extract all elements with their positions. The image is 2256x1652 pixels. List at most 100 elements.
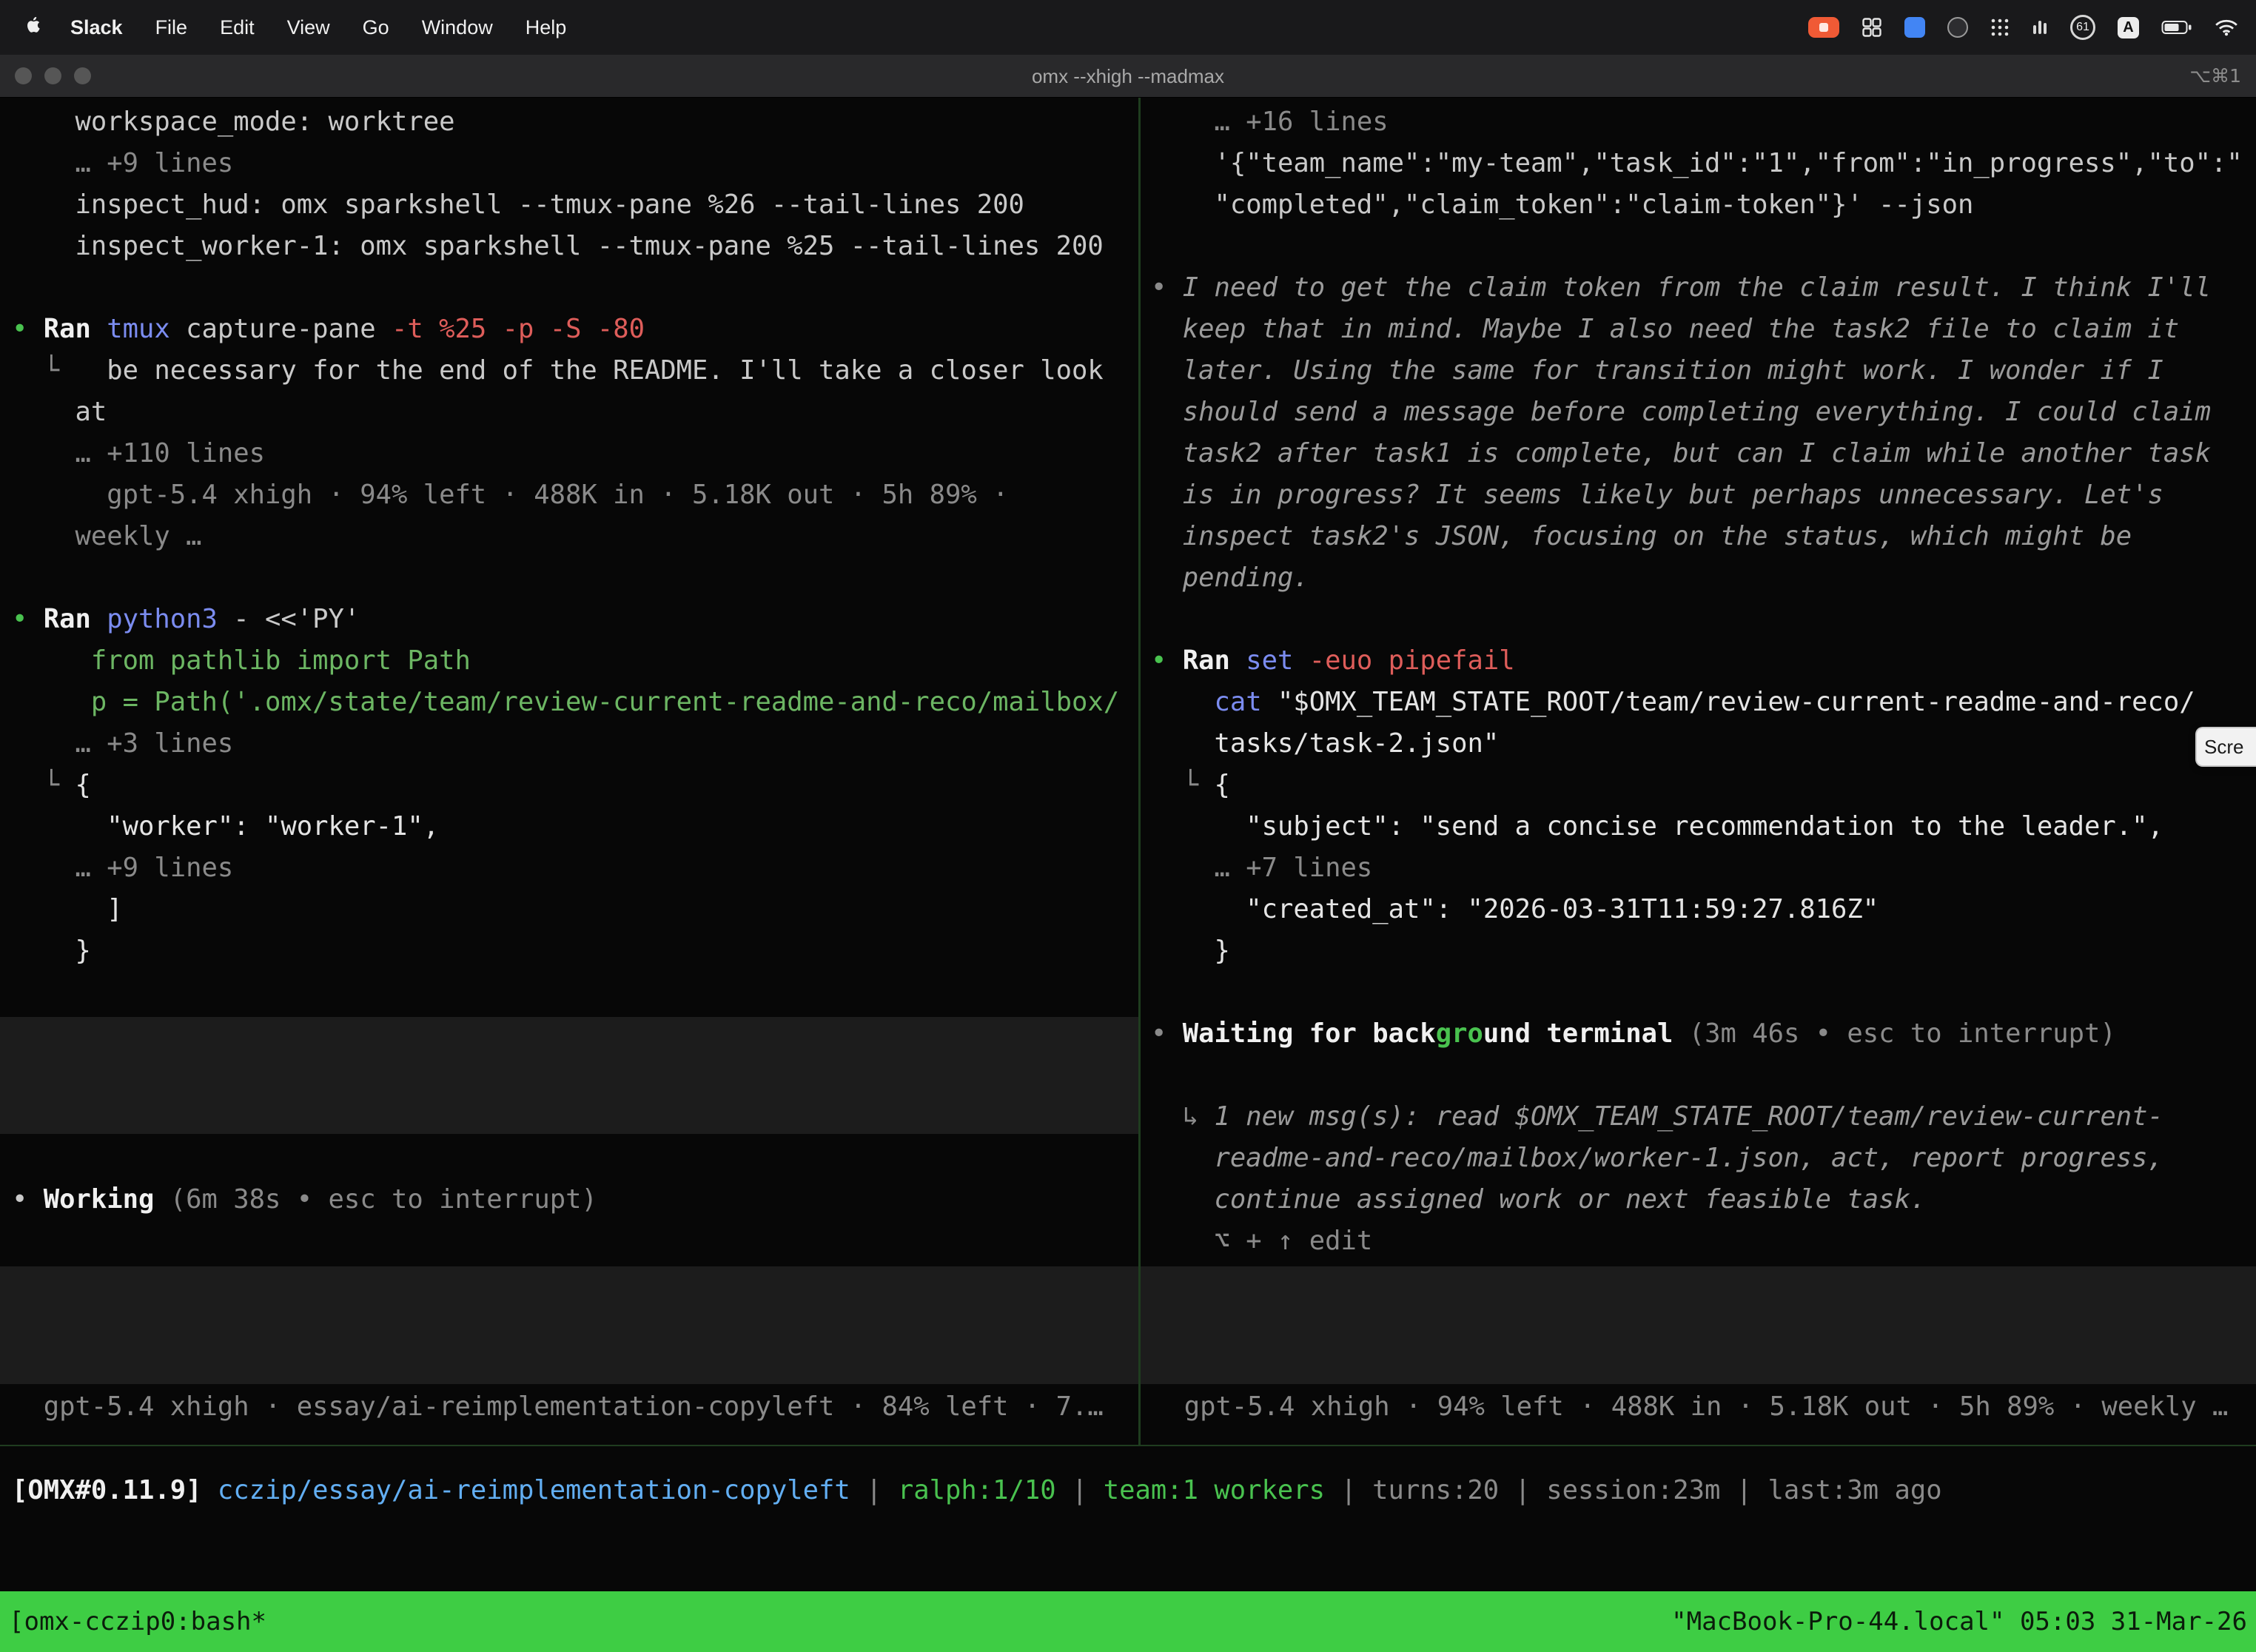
text-segment: ralph:1/10 [898,1475,1056,1505]
terminal-output-left: workspace_mode: worktree … +9 lines insp… [0,98,1138,972]
pane-divider-horizontal[interactable] [0,1445,2256,1446]
blue-app-icon[interactable] [1904,17,1925,38]
text-segment: python3 [107,604,233,634]
menu-app-name[interactable]: Slack [54,0,139,55]
text-segment: "worker": "worker-1", [12,811,439,842]
levels-icon[interactable] [2032,18,2048,37]
menu-help[interactable]: Help [509,0,583,55]
menu-go[interactable]: Go [346,0,406,55]
text-segment: └ [1151,770,1215,800]
menu-bar-status-icons: 61 A [1808,15,2238,40]
text-segment: I need to get the claim token from the c… [1183,272,2211,303]
apple-menu[interactable] [18,0,54,55]
text-segment: } [1151,936,1230,966]
terminal-window: omx --xhigh --madmax ⌥⌘1 workspace_mode:… [0,55,2256,1652]
terminal-line: "worker": "worker-1", [12,806,1138,847]
terminal-line: inspect_hud: omx sparkshell --tmux-pane … [12,184,1138,226]
composer-input-left[interactable]: › Improve documentation in @filename [0,1266,1138,1384]
text-segment: • [1151,272,1183,303]
terminal-content: workspace_mode: worktree … +9 lines insp… [0,98,2256,1591]
terminal-line [1151,972,2256,1013]
text-segment: • [1151,645,1183,676]
text-segment: { [1215,770,1230,800]
text-segment: Ran [44,604,107,634]
menu-window[interactable]: Window [406,0,509,55]
terminal-line: … +16 lines [1151,101,2256,143]
text-segment: … +3 lines [12,728,233,759]
text-segment: weekly … [12,521,201,551]
text-segment: from pathlib import Path [12,645,471,676]
terminal-line: … +9 lines [12,847,1138,889]
screenshot-thumbnail-chip[interactable]: Scre [2195,727,2256,767]
text-segment [201,1475,217,1505]
text-segment: (6m 38s • esc to interrupt) [170,1184,597,1215]
terminal-line: at [12,392,1138,433]
text-segment: … +7 lines [1151,853,1372,883]
terminal-line: keep that in mind. Maybe I also need the… [1151,309,2256,350]
terminal-pane-right[interactable]: … +16 lines '{"team_name":"my-team","tas… [1141,98,2256,1445]
terminal-line [12,557,1138,599]
text-segment: gro [1436,1018,1483,1049]
text-segment: | [1720,1475,1767,1505]
input-source-icon[interactable]: A [2118,17,2139,38]
text-segment: ↳ [1151,1101,1215,1132]
working-status-row: • Working (6m 38s • esc to interrupt) [12,1179,1138,1220]
text-segment: (3m 46s • esc to interrupt) [1689,1018,2116,1049]
text-segment: p = Path('.omx/state/team/review-current… [12,687,1119,717]
text-segment: [OMX#0.11.9] [12,1475,201,1505]
model-status-right: gpt-5.4 xhigh · 94% left · 488K in · 5.1… [1152,1386,2256,1428]
text-segment: Waiting for back [1183,1018,1436,1049]
terminal-line: • Ran set -euo pipefail [1151,640,2256,682]
terminal-line: "created_at": "2026-03-31T11:59:27.816Z" [1151,889,2256,930]
text-segment: ⌥ + ↑ edit [1151,1226,1372,1256]
text-segment: session:23m [1546,1475,1720,1505]
text-segment: keep that in mind. Maybe I also need the… [1151,314,2179,344]
text-segment: • [12,314,44,344]
menu-edit[interactable]: Edit [204,0,271,55]
gauge-icon[interactable]: 61 [2070,15,2095,40]
text-segment: set [1246,645,1309,676]
text-segment: '{"team_name":"my-team","task_id":"1","f… [1151,148,2243,178]
terminal-line: should send a message before completing … [1151,392,2256,433]
terminal-line: "completed","claim_token":"claim-token"}… [1151,184,2256,226]
composer-input-right[interactable]: › Explain this codebase [1141,1266,2256,1384]
terminal-line: ] [12,889,1138,930]
text-segment [1151,687,1215,717]
text-segment: | [1325,1475,1372,1505]
text-segment: … +9 lines [12,853,233,883]
text-segment: Ran [44,314,107,344]
text-segment: 1 new msg(s): read $OMX_TEAM_STATE_ROOT/… [1215,1101,2163,1132]
terminal-pane-left[interactable]: workspace_mode: worktree … +9 lines insp… [0,98,1138,1445]
tmux-session-label[interactable]: [omx-cczip0:bash* [9,1607,266,1636]
text-segment: pending. [1151,563,1309,593]
text-segment: ] [12,894,123,924]
text-segment: "$OMX_TEAM_STATE_ROOT/team/review-curren… [1278,687,2195,717]
screenshot-chip-label: Scre [2204,736,2243,759]
text-segment: | [1499,1475,1546,1505]
text-segment: inspect_worker-1: omx sparkshell --tmux-… [12,231,1104,261]
menu-file[interactable]: File [139,0,204,55]
text-segment: inspect_hud: omx sparkshell --tmux-pane … [12,189,1024,220]
menu-view[interactable]: View [271,0,346,55]
terminal-line: … +110 lines [12,433,1138,474]
text-segment: is in progress? It seems likely but perh… [1151,480,2163,510]
text-segment: und terminal [1483,1018,1689,1049]
screen-recording-icon[interactable] [1808,17,1839,38]
tmux-status-bar: [omx-cczip0:bash* "MacBook-Pro-44.local"… [0,1591,2256,1652]
dark-app-icon[interactable] [1947,17,1968,38]
window-grid-icon[interactable] [1861,17,1882,38]
window-titlebar[interactable]: omx --xhigh --madmax ⌥⌘1 [0,55,2256,98]
text-segment: team:1 workers [1104,1475,1325,1505]
text-segment: -euo pipefail [1309,645,1515,676]
terminal-line: cat "$OMX_TEAM_STATE_ROOT/team/review-cu… [1151,682,2256,723]
battery-icon[interactable] [2161,19,2192,36]
terminal-line: pending. [1151,557,2256,599]
dots-grid-icon[interactable] [1990,18,2010,37]
text-segment: inspect task2's JSON, focusing on the st… [1151,521,2132,551]
text-segment: "completed","claim_token":"claim-token"}… [1151,189,1973,220]
terminal-line: • Waiting for background terminal (3m 46… [1151,1013,2256,1055]
terminal-line: p = Path('.omx/state/team/review-current… [12,682,1138,723]
terminal-output-right: … +16 lines '{"team_name":"my-team","tas… [1141,98,2256,1262]
wifi-icon[interactable] [2215,19,2238,36]
model-status-left: gpt-5.4 xhigh · essay/ai-reimplementatio… [12,1386,1138,1428]
